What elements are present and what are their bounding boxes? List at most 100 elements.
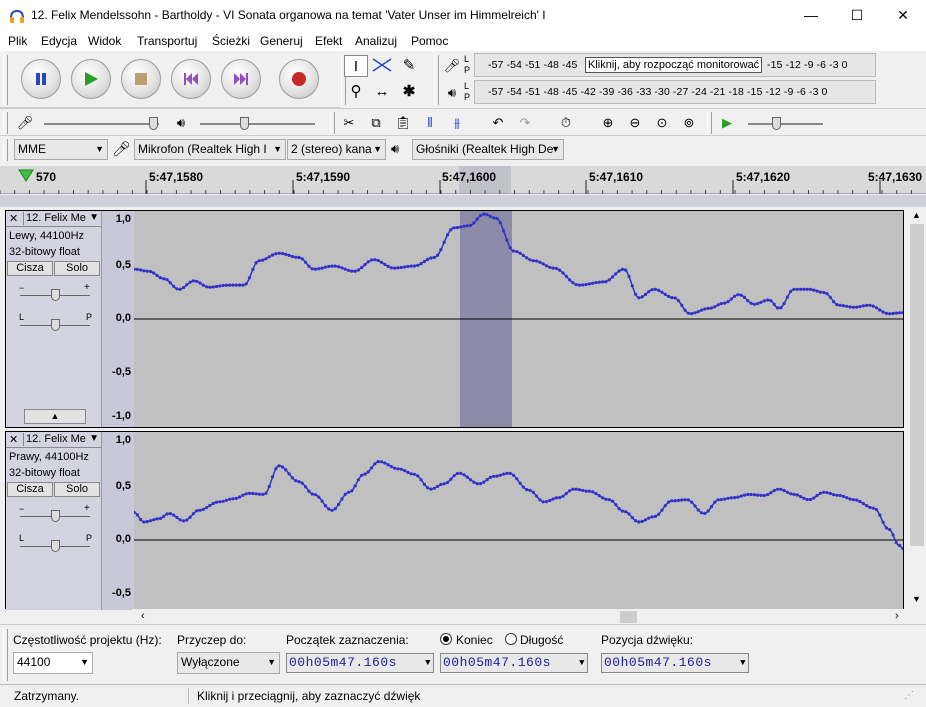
scroll-left-icon[interactable]: ‹ [141, 610, 145, 622]
sync-lock-button[interactable]: ⏱ [555, 112, 577, 134]
envelope-tool[interactable] [370, 55, 394, 77]
toolbar-grip[interactable] [3, 139, 8, 161]
paste-button[interactable]: 📋︎ [392, 112, 414, 134]
mute-button[interactable]: Cisza [7, 261, 53, 276]
selection-start-time[interactable]: 00h05m47.160s ▼ [286, 653, 434, 673]
toolbar-grip[interactable] [3, 112, 8, 134]
toolbar-grip[interactable] [3, 629, 8, 681]
slider-thumb[interactable] [772, 117, 781, 130]
pause-button[interactable] [21, 59, 61, 99]
selection-tool[interactable]: I [344, 55, 368, 77]
play-meter-button[interactable]: 🔊︎ [441, 82, 463, 104]
time-shift-tool[interactable]: ↔ [370, 81, 394, 103]
slider-thumb[interactable] [149, 117, 158, 130]
silence-button[interactable]: ⫵ [446, 112, 468, 134]
menu-sciezki[interactable]: Ścieżki [212, 34, 250, 48]
scroll-thumb[interactable] [620, 611, 637, 623]
toolbar-grip[interactable] [434, 55, 439, 105]
gain-slider[interactable] [20, 289, 90, 301]
draw-tool[interactable]: ✎ [397, 55, 421, 77]
waveform-right[interactable] [132, 432, 905, 610]
zoom-in-button[interactable]: ⊕ [597, 112, 619, 134]
menu-analizuj[interactable]: Analizuj [355, 34, 397, 48]
zoom-tool[interactable]: ⚲ [344, 81, 368, 103]
resize-grip-icon[interactable]: ⋰ [904, 690, 914, 701]
playback-volume-slider[interactable] [200, 117, 315, 130]
slider-thumb[interactable] [240, 117, 249, 130]
minimize-button[interactable]: — [788, 0, 834, 31]
waveform-area[interactable] [132, 211, 905, 427]
toolbar-grip[interactable] [330, 112, 335, 134]
skip-to-start-button[interactable] [171, 59, 211, 99]
play-at-speed-button[interactable]: ▶ [716, 112, 738, 134]
selection-end-time[interactable]: 00h05m47.160s ▼ [440, 653, 588, 673]
collapse-track-button[interactable]: ▲ [24, 409, 86, 424]
vertical-scale[interactable]: 1,0 0,5 0,0 -0,5 -1,0 [102, 211, 134, 427]
maximize-button[interactable]: ☐ [834, 0, 880, 31]
fit-project-button[interactable]: ⊚ [678, 112, 700, 134]
record-meter[interactable]: -57 -54 -51 -48 -45 Kliknij, aby rozpocz… [474, 53, 876, 77]
waveform-area[interactable] [132, 432, 905, 610]
gain-slider[interactable] [20, 510, 90, 522]
copy-button[interactable]: ⧉ [365, 112, 387, 134]
timeline-ruler[interactable]: 570 5:47,1580 5:47,1590 5:47,1600 5:47,1… [0, 166, 926, 194]
cut-button[interactable]: ✂ [338, 112, 360, 134]
skip-to-end-button[interactable] [221, 59, 261, 99]
mute-button[interactable]: Cisza [7, 482, 53, 497]
redo-button[interactable]: ↷ [514, 112, 536, 134]
close-track-button[interactable]: ✕ [9, 212, 18, 225]
track-name-menu[interactable]: 12. Felix Me ▼ [23, 212, 101, 225]
menu-plik[interactable]: Plik [8, 34, 27, 48]
menu-efekt[interactable]: Efekt [315, 34, 342, 48]
slider-thumb[interactable] [51, 319, 60, 331]
pan-slider[interactable] [20, 319, 90, 331]
play-button[interactable] [71, 59, 111, 99]
recording-device-select[interactable]: Mikrofon (Realtek High I ▼ [134, 139, 286, 160]
audio-position-time[interactable]: 00h05m47.160s ▼ [601, 653, 749, 673]
scroll-up-icon[interactable]: ▲ [912, 210, 921, 220]
vertical-scrollbar[interactable]: ▲ ▼ [908, 208, 926, 608]
close-track-button[interactable]: ✕ [9, 433, 18, 446]
pan-slider[interactable] [20, 540, 90, 552]
track-name-menu[interactable]: 12. Felix Me ▼ [23, 433, 101, 446]
end-radio[interactable] [440, 633, 452, 645]
fit-selection-button[interactable]: ⊙ [651, 112, 673, 134]
trim-button[interactable]: ⫴ [419, 112, 441, 134]
slider-thumb[interactable] [51, 510, 60, 522]
record-volume-slider[interactable] [44, 117, 159, 130]
channels-select[interactable]: 2 (stereo) kana ▼ [287, 139, 386, 160]
record-meter-button[interactable]: 🎤︎ [441, 55, 463, 77]
solo-button[interactable]: Solo [54, 482, 100, 497]
close-button[interactable]: ✕ [880, 0, 926, 31]
record-button[interactable] [279, 59, 319, 99]
zoom-out-button[interactable]: ⊖ [624, 112, 646, 134]
undo-button[interactable]: ↶ [487, 112, 509, 134]
slider-thumb[interactable] [51, 289, 60, 301]
scroll-down-icon[interactable]: ▼ [912, 594, 921, 604]
stop-button[interactable] [121, 59, 161, 99]
solo-button[interactable]: Solo [54, 261, 100, 276]
scroll-right-icon[interactable]: › [895, 610, 899, 622]
slider-thumb[interactable] [51, 540, 60, 552]
play-meter[interactable]: -57 -54 -51 -48 -45 -42 -39 -36 -33 -30 … [474, 80, 876, 104]
horizontal-scrollbar[interactable]: ‹ › [132, 609, 908, 625]
multi-tool[interactable]: ✱ [397, 81, 421, 103]
host-select[interactable]: MME ▼ [14, 139, 108, 160]
menu-pomoc[interactable]: Pomoc [411, 34, 448, 48]
menu-generuj[interactable]: Generuj [260, 34, 303, 48]
menu-transportuj[interactable]: Transportuj [137, 34, 197, 48]
toolbar-grip[interactable] [707, 112, 712, 134]
track-right[interactable]: ✕ 12. Felix Me ▼ Prawy, 44100Hz 32-bitowy… [5, 431, 905, 610]
menu-widok[interactable]: Widok [88, 34, 121, 48]
waveform-left[interactable] [132, 211, 905, 427]
play-speed-slider[interactable] [748, 117, 823, 130]
length-radio[interactable] [505, 633, 517, 645]
track-left[interactable]: ✕ 12. Felix Me ▼ Lewy, 44100Hz 32-bitowy … [5, 210, 905, 428]
menu-edycja[interactable]: Edycja [41, 34, 77, 48]
playback-device-select[interactable]: Głośniki (Realtek High De ▼ [412, 139, 564, 160]
vertical-scale[interactable]: 1,0 0,5 0,0 -0,5 [102, 432, 134, 610]
toolbar-grip[interactable] [3, 55, 8, 105]
snap-select[interactable]: Wyłączone ▼ [177, 652, 280, 674]
project-rate-select[interactable]: 44100 ▼ [13, 652, 93, 674]
scroll-thumb[interactable] [910, 224, 924, 546]
